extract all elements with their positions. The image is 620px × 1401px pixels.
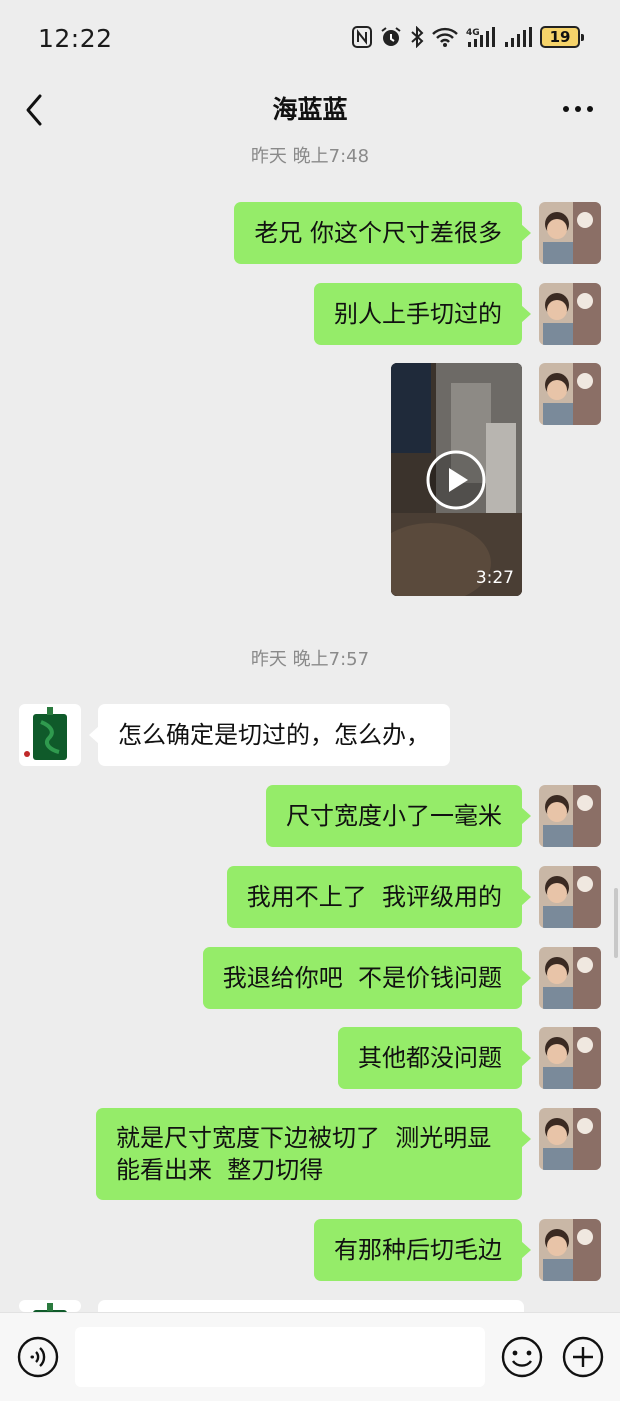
- wifi-icon: [432, 27, 458, 47]
- status-time: 12:22: [38, 24, 113, 53]
- my-avatar[interactable]: [539, 866, 601, 928]
- battery-icon: 19: [540, 26, 584, 48]
- add-plus-icon[interactable]: [561, 1335, 605, 1379]
- scrollbar[interactable]: [614, 888, 618, 958]
- input-bar: [0, 1312, 620, 1401]
- signal-icon: [505, 27, 532, 47]
- nfc-icon: [352, 26, 372, 48]
- emoji-icon[interactable]: [500, 1335, 544, 1379]
- voice-input-icon[interactable]: [16, 1335, 60, 1379]
- timestamp: 昨天 晚上7:57: [250, 649, 370, 670]
- chat-header: 海蓝蓝: [0, 78, 620, 140]
- contact-avatar[interactable]: [19, 1300, 81, 1312]
- status-icons: 4G 19: [352, 26, 584, 48]
- message-bubble[interactable]: 其他都没问题: [338, 1027, 531, 1089]
- signal-4g-icon: 4G: [466, 27, 495, 47]
- my-avatar[interactable]: [539, 1108, 601, 1170]
- message-bubble[interactable]: 尺寸宽度小了一毫米: [266, 785, 531, 847]
- my-avatar[interactable]: [539, 202, 601, 264]
- message-bubble[interactable]: 怎么确定是切过的，怎么办，: [89, 704, 450, 766]
- my-avatar[interactable]: [539, 283, 601, 345]
- message-bubble[interactable]: 有那种后切毛边: [314, 1219, 531, 1281]
- my-avatar[interactable]: [539, 363, 601, 425]
- timestamp: 昨天 晚上7:48: [250, 146, 370, 167]
- chat-title: 海蓝蓝: [272, 95, 348, 124]
- bluetooth-icon: [411, 26, 424, 48]
- video-duration: 3:27: [475, 568, 514, 588]
- svg-text:4G: 4G: [466, 28, 480, 38]
- my-avatar[interactable]: [539, 785, 601, 847]
- contact-avatar[interactable]: [19, 704, 81, 766]
- message-bubble-partial: [98, 1300, 524, 1312]
- message-bubble[interactable]: 别人上手切过的: [314, 283, 531, 345]
- message-bubble[interactable]: 就是尺寸宽度下边被切了 测光明显能看出来 整刀切得: [96, 1108, 531, 1200]
- my-avatar[interactable]: [539, 1027, 601, 1089]
- alarm-icon: [381, 27, 401, 46]
- video-message[interactable]: 3:27: [391, 363, 522, 596]
- status-bar: 12:22 4G 19: [0, 0, 620, 78]
- message-input[interactable]: [75, 1327, 485, 1387]
- message-bubble[interactable]: 老兄 你这个尺寸差很多: [234, 202, 531, 264]
- play-icon[interactable]: [425, 449, 487, 511]
- my-avatar[interactable]: [539, 947, 601, 1009]
- more-options-icon[interactable]: [560, 96, 596, 122]
- my-avatar[interactable]: [539, 1219, 601, 1281]
- message-bubble[interactable]: 我退给你吧 不是价钱问题: [202, 947, 532, 1009]
- message-bubble[interactable]: 我用不上了 我评级用的: [226, 866, 532, 928]
